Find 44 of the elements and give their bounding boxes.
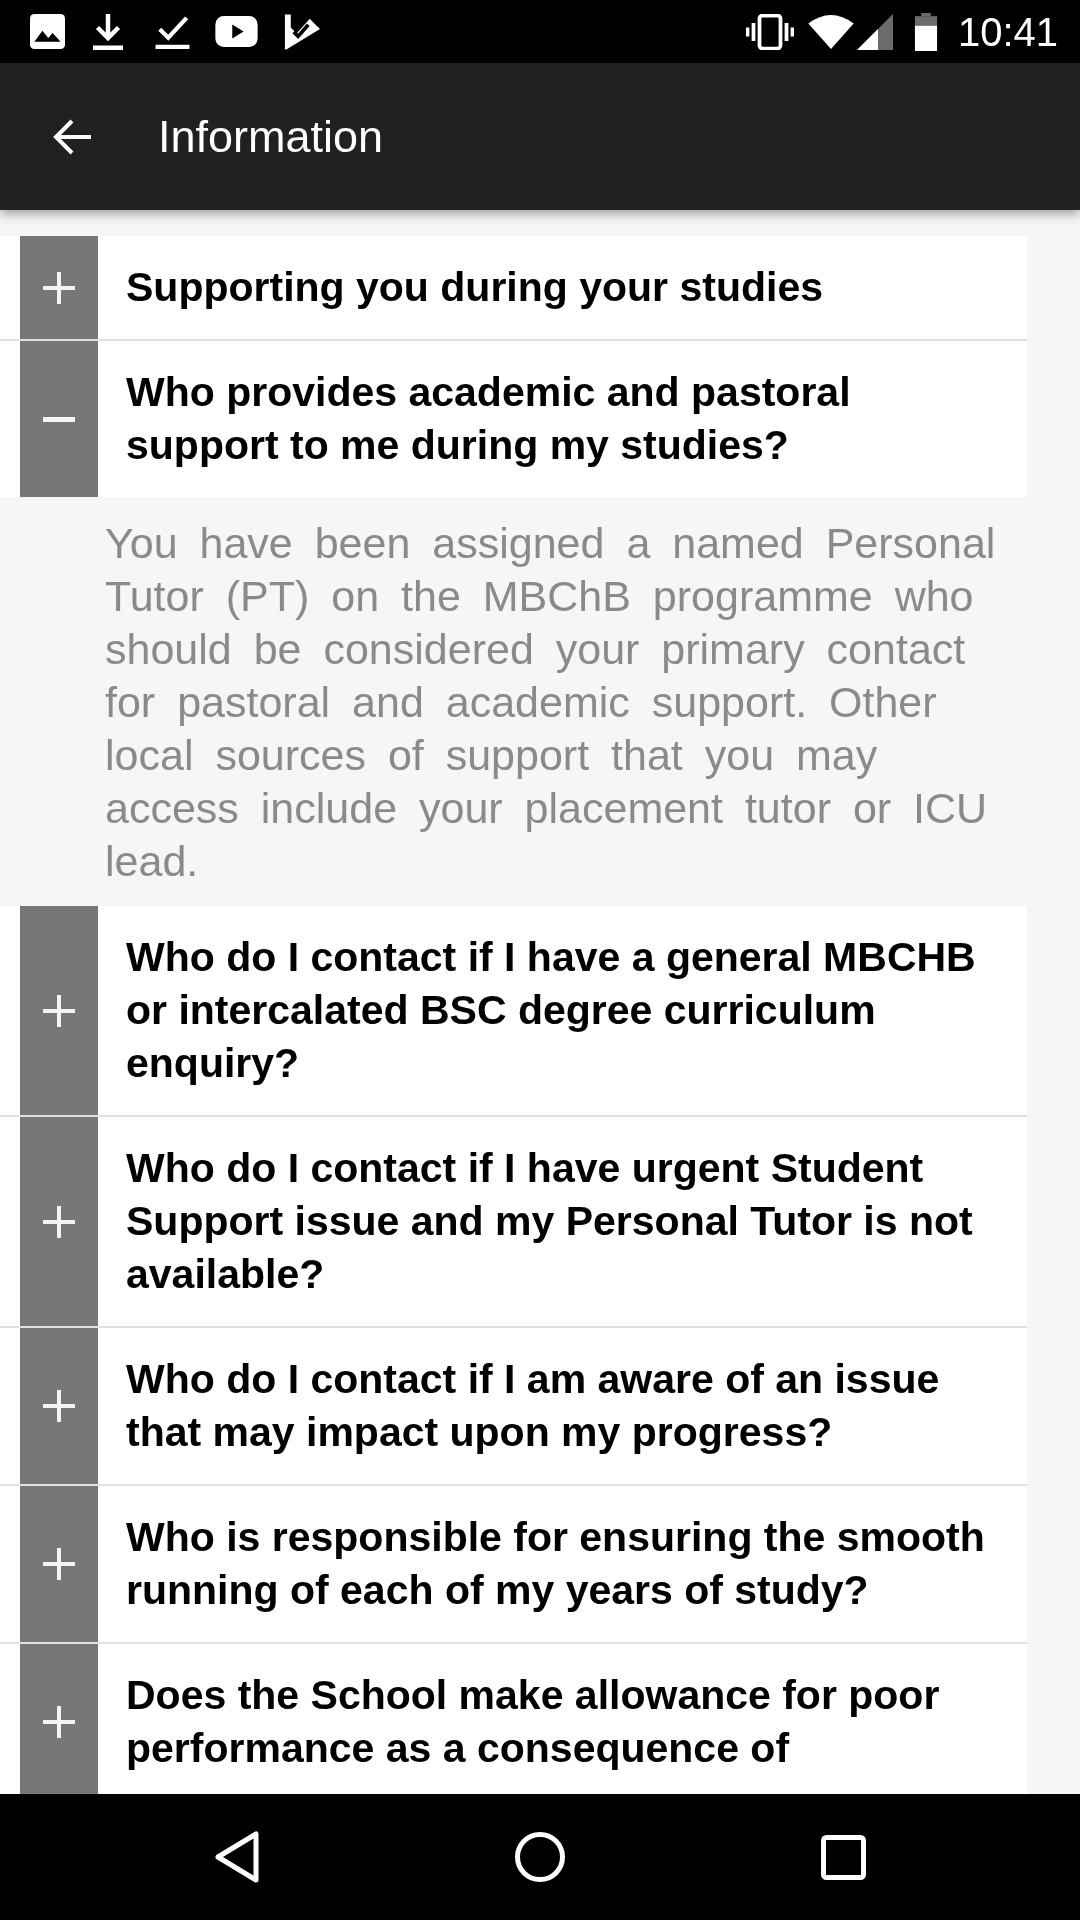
signal-icon bbox=[855, 13, 894, 50]
screen-title: Information bbox=[158, 109, 384, 164]
question-title: Who is responsible for ensuring the smooth running of each of my years of study? bbox=[126, 1513, 986, 1615]
battery-icon bbox=[913, 12, 938, 51]
toggle-button[interactable] bbox=[20, 236, 98, 339]
toggle-button[interactable] bbox=[20, 1328, 98, 1484]
wifi-icon bbox=[807, 14, 854, 49]
question-title: Does the School make allowance for poor performance as a consequence of bbox=[126, 1671, 941, 1773]
plus-icon bbox=[43, 1706, 75, 1738]
question-title: Who do I contact if I have urgent Student Support issue and my Personal Tutor is not available? bbox=[126, 1144, 974, 1299]
toggle-button[interactable] bbox=[20, 1117, 98, 1326]
accordion-header[interactable]: Does the School make allowance for poor performance as a consequence of bbox=[0, 1644, 1027, 1794]
question-title: Who do I contact if I am aware of an issue that may impact upon my progress? bbox=[126, 1355, 941, 1457]
toggle-button[interactable] bbox=[20, 1486, 98, 1642]
answer-text: You have been assigned a named Personal Tutor (PT) on the MBChB programme who should be considered your primary contact for pastoral and academic support. Other local sources of support that you may access include your placement tutor or ICU lead. bbox=[105, 518, 997, 887]
plus-icon bbox=[43, 1548, 75, 1580]
download-icon bbox=[93, 13, 123, 50]
back-arrow-icon bbox=[53, 118, 93, 155]
question-title: Who do I contact if I have a general MBCHB or intercalated BSC degree curriculum enquiry? bbox=[126, 933, 977, 1088]
image-icon bbox=[30, 14, 65, 49]
accordion-header[interactable]: Who do I contact if I am aware of an issue that may impact upon my progress? bbox=[0, 1328, 1027, 1486]
plus-icon bbox=[43, 271, 75, 304]
plus-icon bbox=[43, 994, 75, 1027]
play-icon bbox=[215, 16, 258, 47]
accordion-header[interactable]: Who provides academic and pastoral support to me during my studies? bbox=[0, 341, 1027, 497]
accordion-header[interactable]: Who do I contact if I have a general MBCHB or intercalated BSC degree curriculum enquiry? bbox=[0, 906, 1027, 1117]
vibrate-icon bbox=[745, 13, 794, 50]
toggle-button[interactable] bbox=[20, 1644, 98, 1794]
check-icon bbox=[155, 14, 190, 49]
minus-icon bbox=[43, 416, 75, 422]
plus-icon bbox=[43, 1205, 75, 1238]
accordion-header[interactable]: Who is responsible for ensuring the smooth running of each of my years of study? bbox=[0, 1486, 1027, 1644]
accordion-header[interactable]: Supporting you during your studies bbox=[0, 236, 1027, 341]
clock-time: 10:41 bbox=[957, 11, 1058, 52]
recents-square-icon bbox=[820, 1834, 866, 1880]
toggle-button[interactable] bbox=[20, 341, 98, 497]
flag-check-icon bbox=[282, 13, 320, 50]
home-circle-icon bbox=[515, 1832, 565, 1882]
question-title: Who provides academic and pastoral support to me during my studies? bbox=[126, 368, 852, 470]
back-triangle-icon bbox=[215, 1831, 259, 1883]
plus-icon bbox=[43, 1390, 75, 1422]
toggle-button[interactable] bbox=[20, 906, 98, 1115]
accordion-header[interactable]: Who do I contact if I have urgent Student Support issue and my Personal Tutor is not available? bbox=[0, 1117, 1027, 1328]
question-title: Supporting you during your studies bbox=[126, 263, 824, 312]
